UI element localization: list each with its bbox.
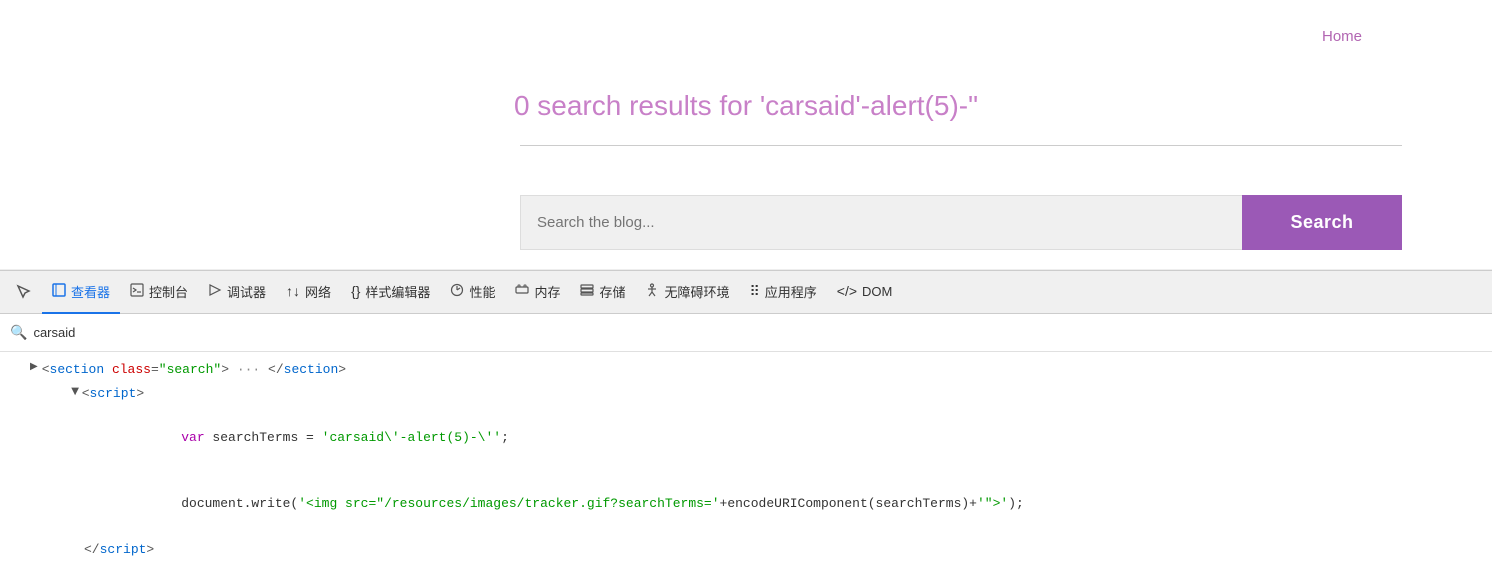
dom-script-open-row: ▶ <script>: [0, 382, 1492, 406]
dom-icon: </>: [837, 283, 857, 299]
tab-debugger-label: 调试器: [227, 282, 266, 301]
tab-network[interactable]: ↑↓ 网络: [276, 270, 341, 314]
section-tag: <section class="search"> ··· </section>: [42, 360, 346, 380]
home-link[interactable]: Home: [1322, 28, 1362, 45]
search-blog-input[interactable]: [520, 195, 1242, 250]
tab-storage-label: 存储: [599, 282, 625, 301]
script-close-tag: </script>: [84, 540, 154, 560]
tab-style-editor-label: 样式编辑器: [365, 282, 430, 301]
search-bar-container: Search: [520, 195, 1402, 250]
website-area: Home 0 search results for 'carsaid'-aler…: [0, 0, 1492, 270]
devtools-toolbar: 查看器 控制台 调试器 ↑↓ 网络 {} 样式编辑器: [0, 270, 1492, 314]
section-expand-arrow[interactable]: ▶: [30, 360, 38, 375]
style-editor-icon: {}: [351, 283, 360, 299]
tab-memory[interactable]: 内存: [505, 270, 570, 314]
application-icon: ⠿: [750, 283, 760, 300]
tab-viewer-label: 查看器: [71, 282, 110, 301]
tab-style-editor[interactable]: {} 样式编辑器: [341, 270, 440, 314]
code-line-1: var searchTerms = 'carsaid\'-alert(5)-\'…: [0, 405, 1492, 471]
code-line-2: document.write('<img src="/resources/ima…: [0, 471, 1492, 537]
console-icon: [130, 283, 144, 300]
tab-performance-label: 性能: [469, 282, 495, 301]
script-expand-arrow[interactable]: ▶: [66, 387, 81, 395]
tab-performance[interactable]: 性能: [440, 270, 505, 314]
tab-viewer[interactable]: 查看器: [42, 270, 120, 314]
search-results-title: 0 search results for 'carsaid'-alert(5)-…: [0, 90, 1492, 122]
tab-accessibility[interactable]: 无障碍环境: [635, 270, 739, 314]
search-blog-button[interactable]: Search: [1242, 195, 1402, 250]
performance-icon: [450, 283, 464, 300]
network-icon: ↑↓: [286, 283, 300, 299]
tab-accessibility-label: 无障碍环境: [664, 282, 729, 301]
tab-dom[interactable]: </> DOM: [827, 270, 903, 314]
search-filter-bar: 🔍: [0, 314, 1492, 352]
tab-debugger[interactable]: 调试器: [198, 270, 276, 314]
divider: [520, 145, 1402, 146]
storage-icon: [580, 283, 594, 300]
viewer-icon: [52, 283, 66, 300]
tab-memory-label: 内存: [534, 282, 560, 301]
dom-search-input[interactable]: [33, 325, 1482, 340]
tab-console-label: 控制台: [149, 282, 188, 301]
tab-network-label: 网络: [305, 282, 331, 301]
tab-application-label: 应用程序: [765, 282, 817, 301]
dom-script-close-row: </script>: [0, 538, 1492, 562]
tab-console[interactable]: 控制台: [120, 270, 198, 314]
tab-dom-label: DOM: [862, 284, 892, 299]
memory-icon: [515, 283, 529, 300]
search-filter-icon: 🔍: [10, 324, 27, 341]
inspect-icon-button[interactable]: [6, 274, 42, 310]
dom-tree-area: ▶ <section class="search"> ··· </section…: [0, 352, 1492, 567]
tab-storage[interactable]: 存储: [570, 270, 635, 314]
script-open-tag: <script>: [82, 384, 144, 404]
dom-section-row: ▶ <section class="search"> ··· </section…: [0, 358, 1492, 382]
accessibility-icon: [645, 283, 659, 300]
tab-application[interactable]: ⠿ 应用程序: [740, 270, 827, 314]
debugger-icon: [208, 283, 222, 300]
